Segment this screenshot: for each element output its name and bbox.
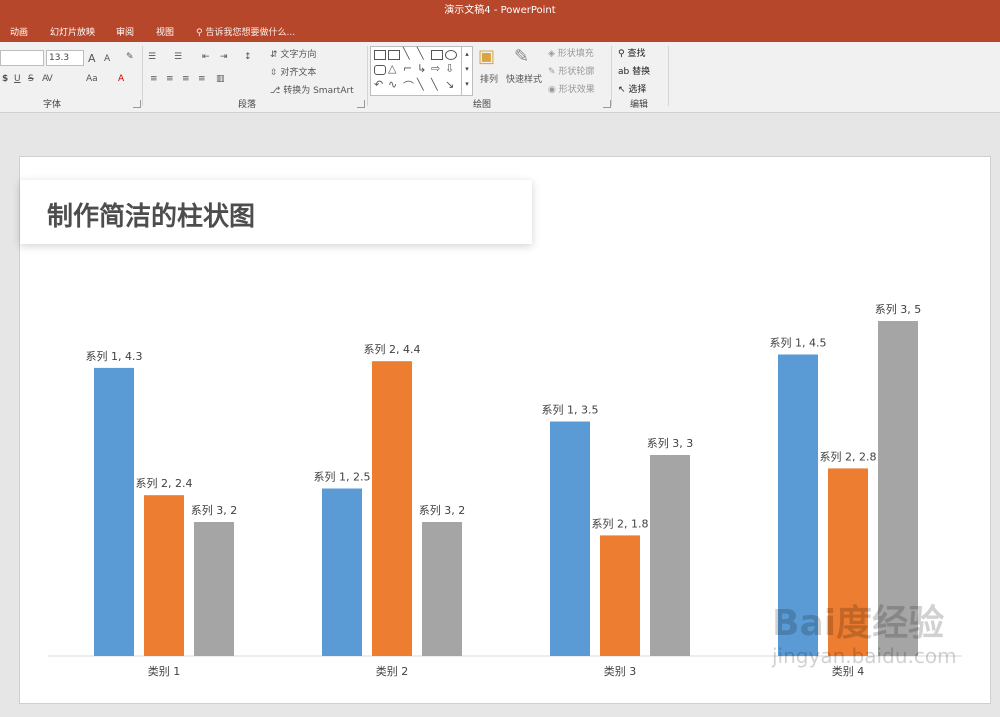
data-label-1-3: 系列 1, 3.5 (542, 403, 599, 417)
watermark-logo: Bai度经验 (772, 603, 945, 644)
data-label-1-1: 系列 1, 4.3 (86, 349, 143, 363)
bar-1-1[interactable] (94, 367, 134, 656)
watermark-url: jingyan.baidu.com (772, 644, 957, 668)
data-label-3-4: 系列 3, 5 (875, 302, 922, 316)
slide-title[interactable]: 制作简洁的柱状图 (47, 196, 255, 233)
data-label-3-1: 系列 3, 2 (191, 503, 238, 517)
bar-3-3[interactable] (650, 455, 690, 656)
title-card[interactable]: 制作简洁的柱状图 (20, 180, 532, 244)
category-label-3: 类别 3 (604, 664, 637, 678)
data-label-2-2: 系列 2, 4.4 (364, 342, 421, 356)
data-label-3-2: 系列 3, 2 (419, 503, 466, 517)
bar-1-2[interactable] (322, 488, 362, 657)
category-label-1: 类别 1 (148, 664, 181, 678)
data-label-2-3: 系列 2, 1.8 (592, 516, 649, 530)
data-label-1-4: 系列 1, 4.5 (770, 336, 827, 350)
data-label-3-3: 系列 3, 3 (647, 436, 694, 450)
bar-2-1[interactable] (144, 495, 184, 656)
bar-3-1[interactable] (194, 522, 234, 656)
bar-2-3[interactable] (600, 535, 640, 656)
bar-2-2[interactable] (372, 361, 412, 656)
data-label-2-1: 系列 2, 2.4 (136, 476, 193, 490)
bar-1-3[interactable] (550, 421, 590, 657)
category-label-2: 类别 2 (376, 664, 409, 678)
data-label-1-2: 系列 1, 2.5 (314, 470, 371, 484)
bar-3-2[interactable] (422, 522, 462, 656)
data-label-2-4: 系列 2, 2.8 (820, 449, 877, 463)
watermark: Bai度经验 jingyan.baidu.com (772, 603, 957, 669)
